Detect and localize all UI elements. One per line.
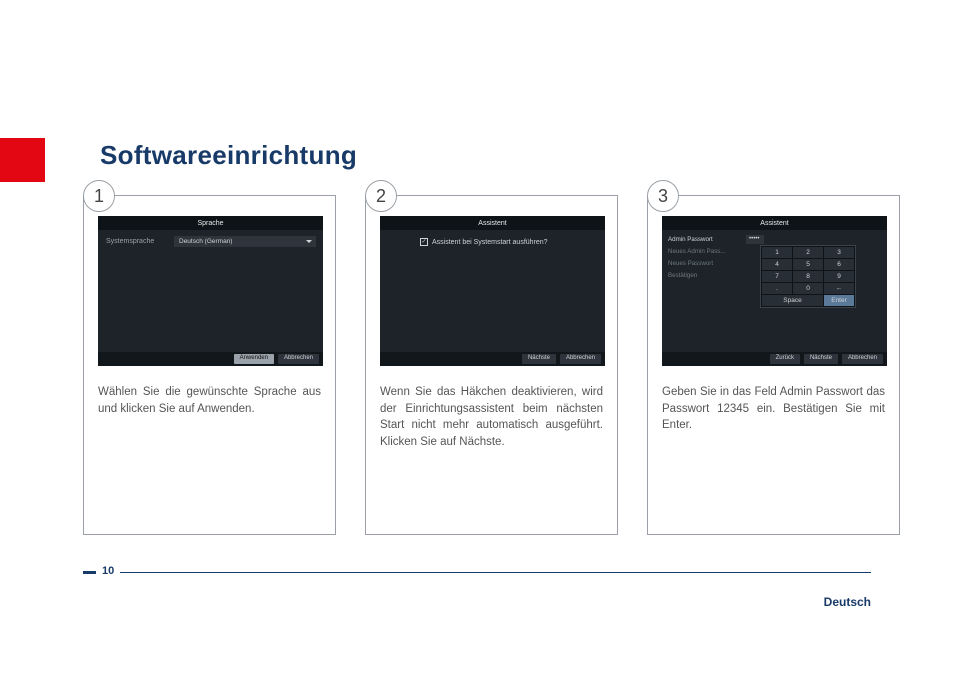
dialog-title: Assistent — [662, 216, 887, 230]
system-language-label: Systemsprache — [106, 238, 154, 245]
step-3-badge: 3 — [647, 180, 679, 212]
dialog-footer: Nächste Abbrechen — [380, 352, 605, 366]
keypad-key-8[interactable]: 8 — [793, 271, 823, 282]
step-3: 3 Assistent Admin Passwort ••••• Neues A… — [647, 195, 900, 535]
step-3-caption: Geben Sie in das Feld Admin Passwort das… — [662, 384, 885, 434]
cancel-button[interactable]: Abbrechen — [842, 354, 883, 363]
keypad-key-6[interactable]: 6 — [824, 259, 854, 270]
keypad-key-backspace[interactable]: ← — [824, 283, 854, 294]
on-screen-keypad: 1 2 3 4 5 6 7 8 9 . 0 ← Space Enter — [760, 245, 856, 308]
page-title: Softwareeinrichtung — [100, 140, 357, 171]
keypad-key-enter[interactable]: Enter — [824, 295, 854, 306]
language-select[interactable]: Deutsch (German) — [174, 236, 316, 247]
keypad-key-0[interactable]: 0 — [793, 283, 823, 294]
keypad-key-5[interactable]: 5 — [793, 259, 823, 270]
dialog-footer: Zurück Nächste Abbrechen — [662, 352, 887, 366]
keypad-key-4[interactable]: 4 — [762, 259, 792, 270]
run-wizard-checkbox-row: Assistent bei Systemstart ausführen? — [420, 238, 548, 246]
dialog-footer: Anwenden Abbrechen — [98, 352, 323, 366]
step-2-frame: 2 Assistent Assistent bei Systemstart au… — [365, 195, 618, 535]
back-button[interactable]: Zurück — [770, 354, 800, 363]
keypad-key-dot[interactable]: . — [762, 283, 792, 294]
step-1: 1 Sprache Systemsprache Deutsch (German)… — [83, 195, 336, 535]
admin-password-input[interactable]: ••••• — [746, 235, 764, 244]
admin-password-label: Admin Passwort — [668, 234, 746, 246]
keypad-key-2[interactable]: 2 — [793, 247, 823, 258]
run-wizard-checkbox[interactable] — [420, 238, 428, 246]
new-admin-password-label: Neues Admin Pass... — [668, 246, 746, 258]
language-select-value: Deutsch (German) — [179, 238, 232, 245]
next-button[interactable]: Nächste — [522, 354, 556, 363]
keypad-key-7[interactable]: 7 — [762, 271, 792, 282]
step-2: 2 Assistent Assistent bei Systemstart au… — [365, 195, 618, 535]
footer-rule — [83, 572, 871, 573]
cancel-button[interactable]: Abbrechen — [278, 354, 319, 363]
dialog-title: Assistent — [380, 216, 605, 230]
step-2-badge: 2 — [365, 180, 397, 212]
keypad-key-space[interactable]: Space — [762, 295, 823, 306]
cancel-button[interactable]: Abbrechen — [560, 354, 601, 363]
step-3-screenshot: Assistent Admin Passwort ••••• Neues Adm… — [662, 216, 887, 366]
step-1-screenshot: Sprache Systemsprache Deutsch (German) A… — [98, 216, 323, 366]
admin-password-row: Admin Passwort ••••• — [668, 234, 883, 245]
step-2-screenshot: Assistent Assistent bei Systemstart ausf… — [380, 216, 605, 366]
page-number: 10 — [96, 565, 120, 577]
step-1-frame: 1 Sprache Systemsprache Deutsch (German)… — [83, 195, 336, 535]
keypad-key-1[interactable]: 1 — [762, 247, 792, 258]
step-3-frame: 3 Assistent Admin Passwort ••••• Neues A… — [647, 195, 900, 535]
apply-button[interactable]: Anwenden — [234, 354, 274, 363]
step-1-badge: 1 — [83, 180, 115, 212]
footer-language: Deutsch — [824, 595, 871, 609]
run-wizard-label: Assistent bei Systemstart ausführen? — [432, 239, 548, 246]
step-1-caption: Wählen Sie die gewünschte Sprache aus un… — [98, 384, 321, 417]
step-2-caption: Wenn Sie das Häkchen deaktivieren, wird … — [380, 384, 603, 451]
next-button[interactable]: Nächste — [804, 354, 838, 363]
new-password-label: Neues Passwort — [668, 258, 746, 270]
dialog-title: Sprache — [98, 216, 323, 230]
confirm-password-label: Bestätigen — [668, 270, 746, 282]
steps-row: 1 Sprache Systemsprache Deutsch (German)… — [83, 195, 900, 535]
accent-tab — [0, 138, 45, 182]
keypad-key-9[interactable]: 9 — [824, 271, 854, 282]
keypad-key-3[interactable]: 3 — [824, 247, 854, 258]
